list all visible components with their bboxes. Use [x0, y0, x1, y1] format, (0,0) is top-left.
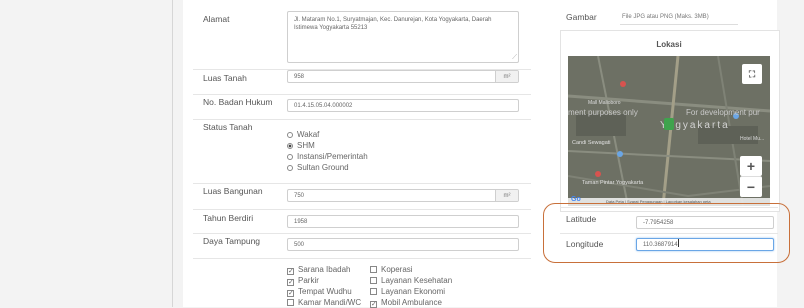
daya-tampung-input[interactable]: 500	[287, 238, 519, 251]
radio-shm[interactable]: SHM	[287, 141, 315, 150]
long-divider	[560, 233, 778, 234]
checkbox-checked-icon: ✓	[287, 290, 294, 297]
zoom-in-button[interactable]: +	[740, 156, 762, 176]
lokasi-title: Lokasi	[656, 40, 682, 49]
radio-circle-icon	[287, 154, 293, 160]
zoom-out-button[interactable]: −	[740, 176, 762, 197]
checkbox-label: Kamar Mandi/WC	[298, 298, 362, 307]
luas-bangunan-label: Luas Bangunan	[203, 186, 263, 196]
radio-circle-icon	[287, 132, 293, 138]
divider	[193, 233, 531, 234]
checkbox-label: Koperasi	[381, 265, 413, 274]
checkbox-label: Parkir	[298, 276, 319, 285]
text-cursor	[677, 239, 679, 247]
latitude-input[interactable]: -7.7954258	[636, 216, 774, 229]
checkbox-checked-icon: ✓	[287, 268, 294, 275]
map-place-label: Hotel Mu...	[740, 136, 765, 142]
luas-tanah-label: Luas Tanah	[203, 73, 247, 83]
divider	[193, 119, 531, 120]
badan-hukum-label: No. Badan Hukum	[203, 97, 273, 107]
radio-sultan-ground[interactable]: Sultan Ground	[287, 163, 349, 172]
radio-circle-icon	[287, 165, 293, 171]
checkbox-label: Layanan Kesehatan	[381, 276, 453, 285]
radio-label: Instansi/Pemerintah	[297, 152, 368, 161]
checkbox-layanan-ekonomi[interactable]: Layanan Ekonomi	[370, 287, 445, 296]
checkbox-sarana-ibadah[interactable]: ✓ Sarana Ibadah	[287, 265, 351, 275]
longitude-input[interactable]: 110.3687914	[636, 238, 774, 251]
latitude-label: Latitude	[566, 214, 597, 224]
map[interactable]: ment purposes only For development pur M…	[568, 56, 770, 206]
checkbox-tempat-wudhu[interactable]: ✓ Tempat Wudhu	[287, 287, 352, 297]
divider	[193, 258, 531, 259]
map-place-label: Taman Pintar Yogyakarta	[582, 180, 644, 186]
radio-wakaf[interactable]: Wakaf	[287, 130, 319, 139]
badan-hukum-input[interactable]: 01.4.15.05.04.000002	[287, 99, 519, 112]
radio-selected-icon	[287, 143, 293, 149]
map-watermark-right: For development pur	[686, 108, 760, 117]
resize-handle-icon[interactable]: ⟋	[512, 54, 517, 62]
luas-tanah-input[interactable]: 958 m²	[287, 70, 519, 83]
checkbox-label: Mobil Ambulance	[381, 298, 442, 307]
radio-instansi[interactable]: Instansi/Pemerintah	[287, 152, 368, 161]
checkbox-label: Tempat Wudhu	[298, 287, 352, 296]
longitude-label: Longitude	[566, 239, 604, 249]
tahun-berdiri-label: Tahun Berdiri	[203, 213, 254, 223]
checkbox-kamar-mandi[interactable]: Kamar Mandi/WC	[287, 298, 361, 307]
checkbox-layanan-kesehatan[interactable]: Layanan Kesehatan	[370, 276, 452, 285]
divider	[193, 209, 531, 210]
map-watermark-left: ment purposes only	[568, 108, 638, 117]
divider	[193, 94, 531, 95]
fullscreen-button[interactable]: ⛶	[742, 64, 762, 84]
luas-bangunan-input[interactable]: 750 m²	[287, 189, 519, 202]
checkbox-label: Sarana Ibadah	[298, 265, 351, 274]
radio-label: Sultan Ground	[297, 163, 349, 172]
map-place-label: Candi Sewagati	[572, 140, 611, 146]
tahun-berdiri-input[interactable]: 1958	[287, 215, 519, 228]
checkbox-empty-icon	[370, 277, 377, 284]
checkbox-koperasi[interactable]: Koperasi	[370, 265, 413, 274]
radio-label: Wakaf	[297, 130, 320, 139]
luas-tanah-value: 958	[294, 74, 305, 80]
checkbox-empty-icon	[370, 266, 377, 273]
fullscreen-icon: ⛶	[748, 69, 756, 79]
lat-divider	[560, 207, 778, 208]
checkbox-empty-icon	[370, 288, 377, 295]
divider	[193, 183, 531, 184]
luas-bangunan-unit: m²	[495, 190, 518, 201]
file-input-underline[interactable]	[620, 24, 738, 25]
luas-bangunan-value: 750	[294, 193, 305, 199]
alamat-textarea[interactable]: Jl. Mataram No.1, Suryatmajan, Kec. Danu…	[287, 11, 519, 63]
daya-tampung-label: Daya Tampung	[203, 236, 261, 246]
gambar-hint: File JPG atau PNG (Maks. 3MB)	[622, 14, 709, 20]
checkbox-label: Layanan Ekonomi	[381, 287, 446, 296]
status-tanah-label: Status Tanah	[203, 122, 253, 132]
checkbox-parkir[interactable]: ✓ Parkir	[287, 276, 319, 286]
alamat-label: Alamat	[203, 14, 230, 24]
left-divider	[172, 0, 173, 307]
longitude-value: 110.3687914	[643, 242, 678, 248]
radio-label: SHM	[297, 141, 315, 150]
luas-tanah-unit: m²	[495, 71, 518, 82]
map-marker-icon	[664, 118, 674, 130]
map-place-label: Mall Malioboro	[588, 100, 621, 106]
alamat-value: Jl. Mataram No.1, Suryatmajan, Kec. Danu…	[294, 17, 492, 31]
checkbox-empty-icon	[287, 299, 294, 306]
checkbox-checked-icon: ✓	[287, 279, 294, 286]
google-logo: Go	[571, 196, 581, 203]
gambar-label: Gambar	[566, 12, 597, 22]
